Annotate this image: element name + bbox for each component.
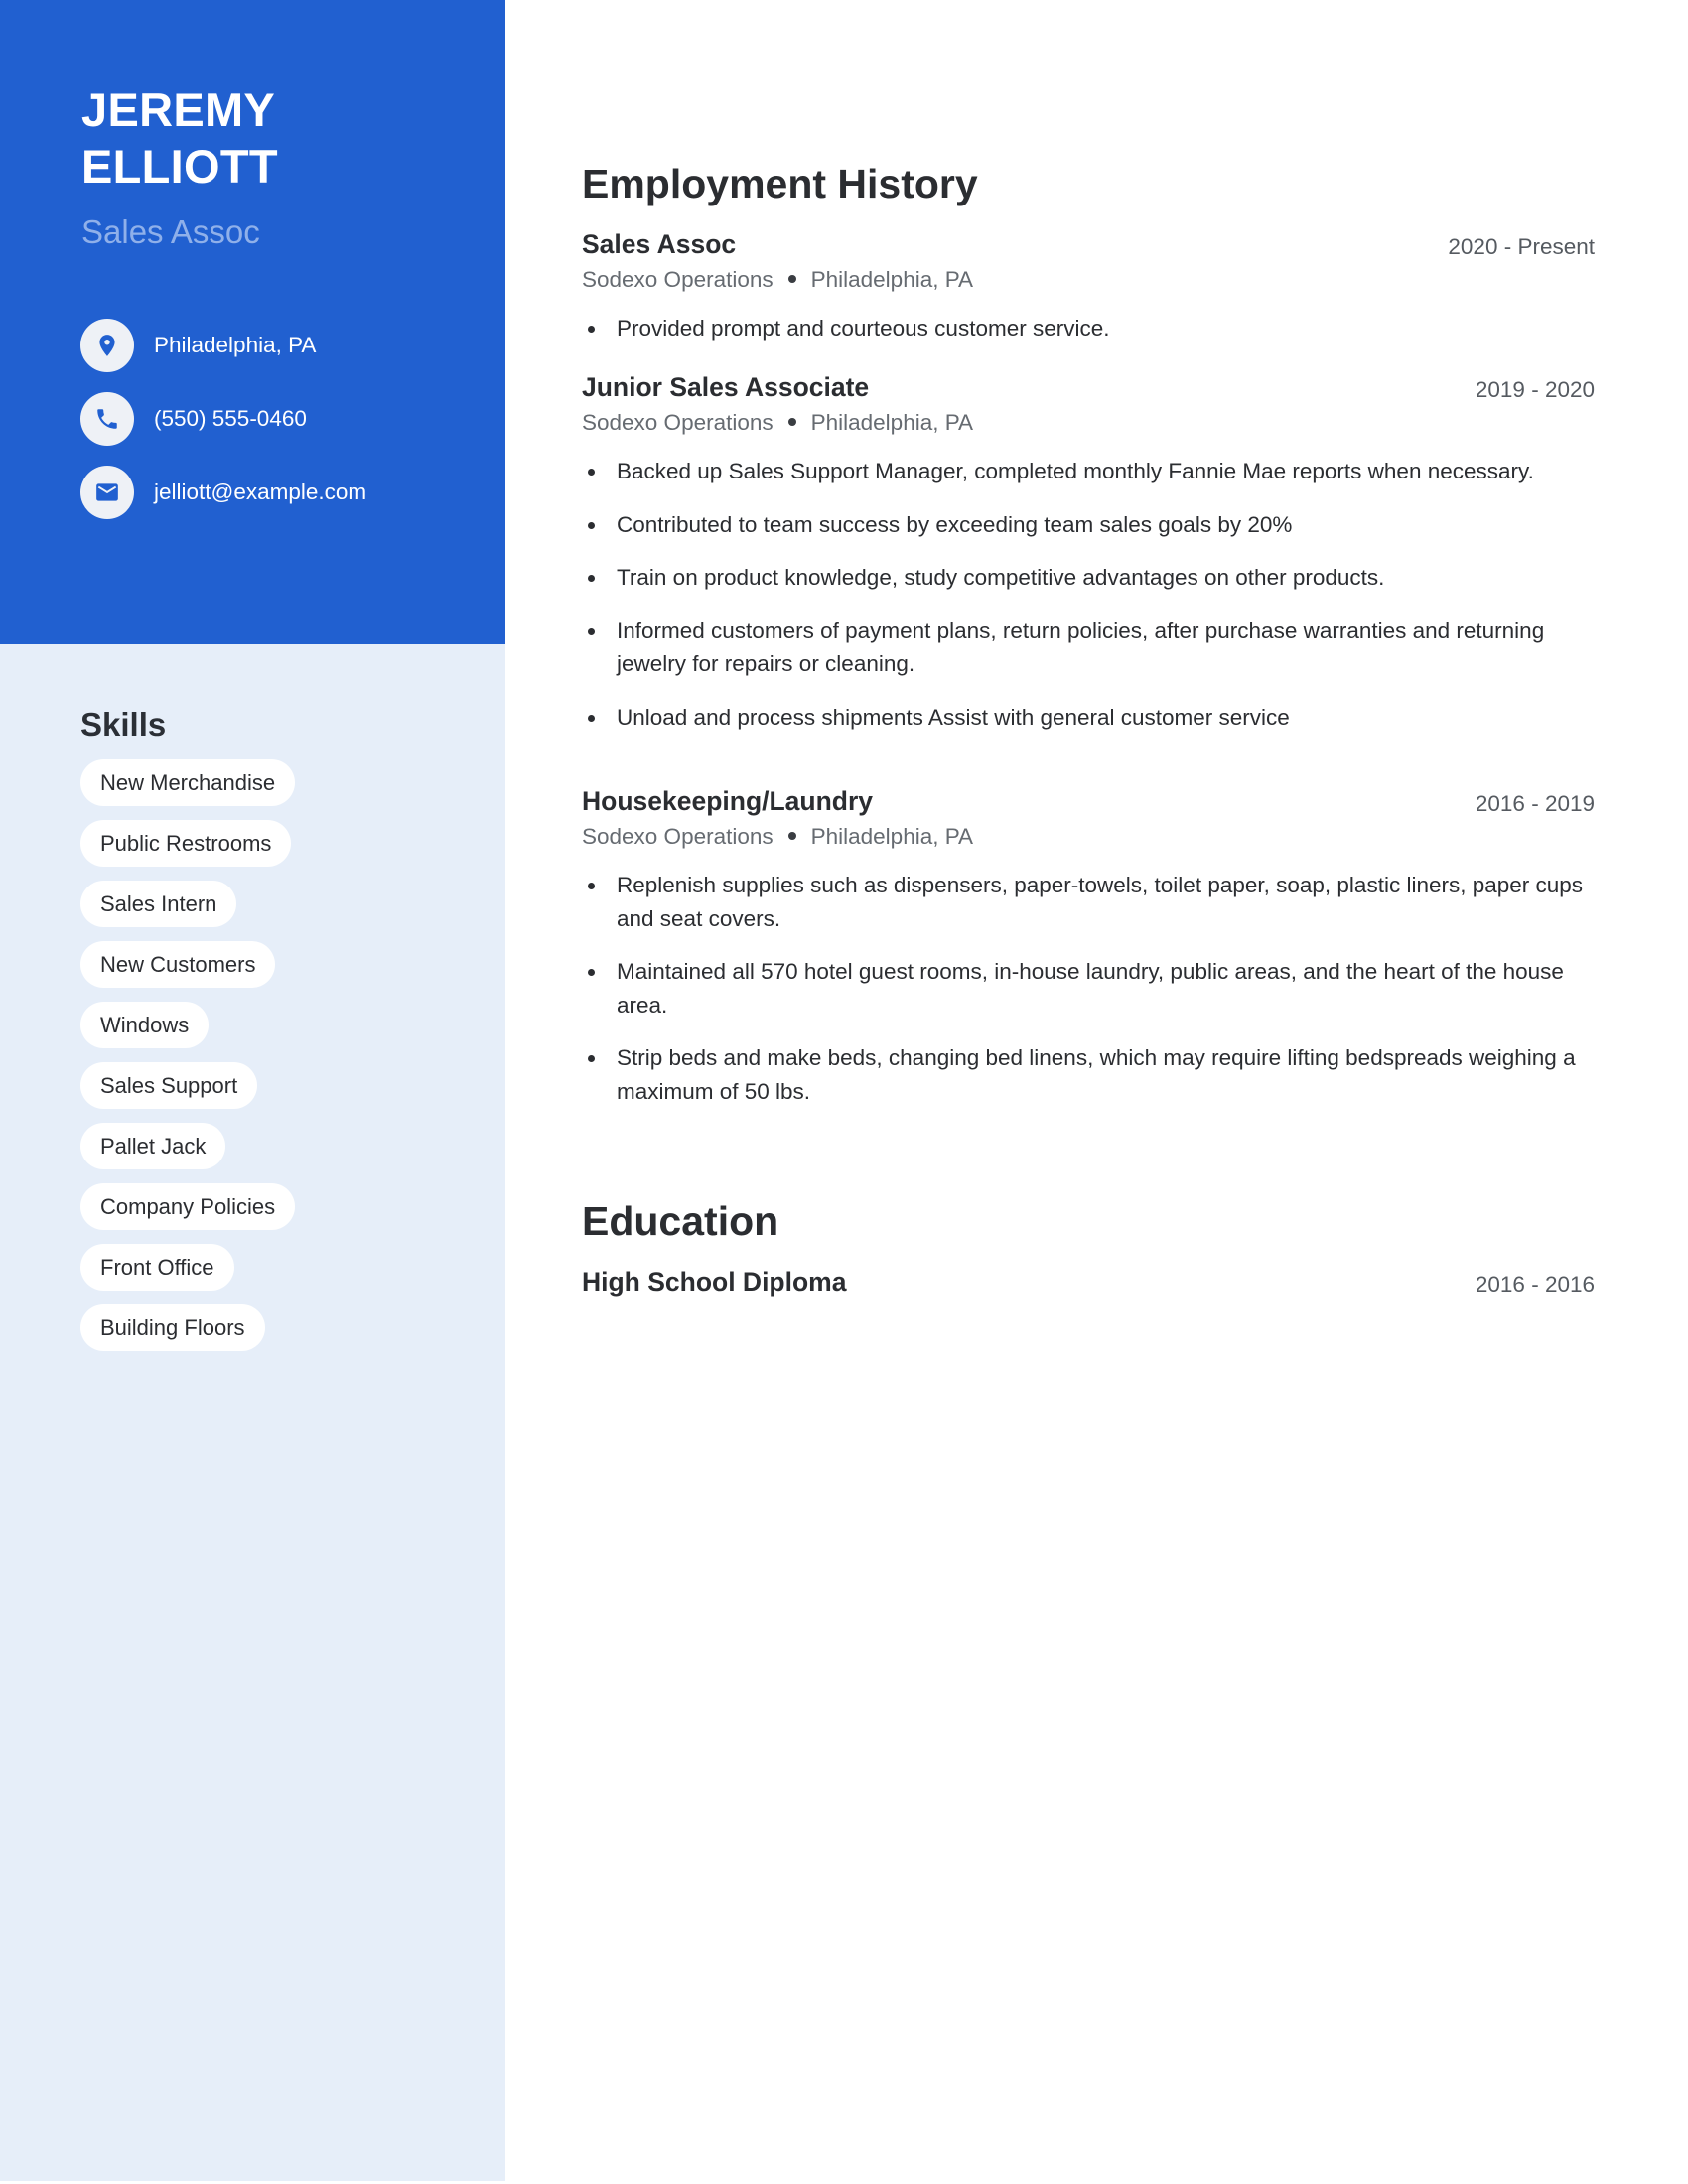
candidate-name: JEREMY ELLIOTT (81, 81, 479, 195)
education-dates: 2016 - 2016 (1475, 1272, 1595, 1297)
job-entry: Sales Assoc 2020 - Present Sodexo Operat… (582, 226, 1595, 365)
skill-pill: Sales Intern (80, 881, 237, 927)
job-bullet: Backed up Sales Support Manager, complet… (582, 455, 1595, 488)
skill-pill: Sales Support (80, 1062, 258, 1109)
education-degree: High School Diploma (582, 1267, 847, 1297)
job-meta: Sodexo Operations Philadelphia, PA (582, 819, 1595, 855)
skill-pill: New Customers (80, 941, 276, 988)
phone-icon (80, 392, 134, 446)
job-bullet: Contributed to team success by exceeding… (582, 508, 1595, 542)
job-bullet: Unload and process shipments Assist with… (582, 701, 1595, 735)
candidate-job-title: Sales Assoc (81, 213, 260, 250)
skill-pill: Public Restrooms (80, 820, 292, 867)
job-dates: 2016 - 2019 (1475, 791, 1595, 816)
skill-pill: Building Floors (80, 1304, 265, 1351)
job-bullet: Provided prompt and courteous customer s… (582, 312, 1595, 345)
job-entry: Housekeeping/Laundry 2016 - 2019 Sodexo … (582, 783, 1595, 1128)
last-name: ELLIOTT (81, 140, 278, 193)
first-name: JEREMY (81, 83, 276, 136)
separator-dot (787, 275, 796, 284)
job-bullet: Train on product knowledge, study compet… (582, 561, 1595, 595)
job-dates: 2020 - Present (1448, 234, 1595, 259)
education-entry: High School Diploma 2016 - 2016 (582, 1264, 1595, 1299)
job-dates: 2019 - 2020 (1475, 377, 1595, 402)
location-pin-icon (80, 319, 134, 372)
skills-list: New Merchandise Public Restrooms Sales I… (80, 759, 497, 1365)
job-role: Housekeeping/Laundry (582, 786, 874, 816)
job-bullets: Provided prompt and courteous customer s… (582, 312, 1595, 345)
education-heading: Education (582, 1198, 779, 1244)
contact-phone: (550) 555-0460 (80, 392, 307, 446)
job-company: Sodexo Operations (582, 410, 774, 435)
employment-history-heading: Employment History (582, 161, 978, 206)
sidebar: JEREMY ELLIOTT Sales Assoc Philadelphia,… (0, 0, 505, 2181)
job-header: Housekeeping/Laundry 2016 - 2019 (582, 783, 1595, 819)
skill-pill: Company Policies (80, 1183, 296, 1230)
job-role: Junior Sales Associate (582, 372, 870, 402)
job-bullets: Backed up Sales Support Manager, complet… (582, 455, 1595, 734)
contact-phone-text: (550) 555-0460 (154, 406, 307, 431)
job-bullet: Maintained all 570 hotel guest rooms, in… (582, 955, 1595, 1022)
job-meta: Sodexo Operations Philadelphia, PA (582, 262, 1595, 298)
job-location: Philadelphia, PA (810, 824, 974, 849)
job-header: Junior Sales Associate 2019 - 2020 (582, 369, 1595, 405)
job-bullet: Replenish supplies such as dispensers, p… (582, 869, 1595, 935)
contact-email: jelliott@example.com (80, 466, 366, 519)
job-location: Philadelphia, PA (810, 410, 974, 435)
skill-pill: Windows (80, 1002, 210, 1048)
sidebar-header: JEREMY ELLIOTT Sales Assoc Philadelphia,… (0, 0, 505, 644)
contact-location: Philadelphia, PA (80, 319, 316, 372)
job-bullets: Replenish supplies such as dispensers, p… (582, 869, 1595, 1108)
skill-pill: New Merchandise (80, 759, 296, 806)
job-meta: Sodexo Operations Philadelphia, PA (582, 405, 1595, 441)
job-company: Sodexo Operations (582, 267, 774, 292)
job-company: Sodexo Operations (582, 824, 774, 849)
job-bullet: Strip beds and make beds, changing bed l… (582, 1041, 1595, 1108)
job-bullet: Informed customers of payment plans, ret… (582, 614, 1595, 681)
email-icon (80, 466, 134, 519)
skills-heading: Skills (80, 706, 167, 743)
job-location: Philadelphia, PA (810, 267, 974, 292)
contact-email-text: jelliott@example.com (154, 479, 367, 504)
job-role: Sales Assoc (582, 229, 737, 259)
job-header: Sales Assoc 2020 - Present (582, 226, 1595, 262)
education-header: High School Diploma 2016 - 2016 (582, 1264, 1595, 1299)
skill-pill: Pallet Jack (80, 1123, 226, 1169)
separator-dot (787, 418, 796, 427)
job-entry: Junior Sales Associate 2019 - 2020 Sodex… (582, 369, 1595, 753)
separator-dot (787, 832, 796, 841)
skill-pill: Front Office (80, 1244, 234, 1291)
contact-location-text: Philadelphia, PA (154, 333, 317, 357)
